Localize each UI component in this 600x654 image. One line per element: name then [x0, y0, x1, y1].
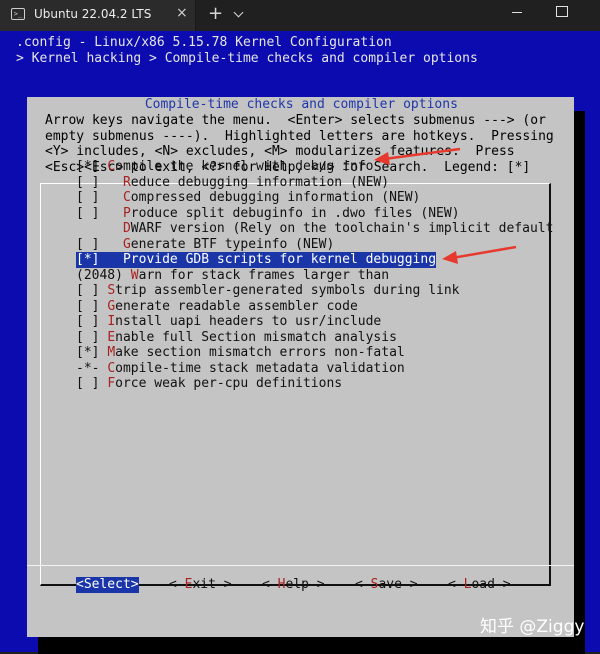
maximize-icon[interactable]	[556, 6, 568, 17]
btn-label: ave >	[378, 577, 418, 592]
btn-bracket: <	[355, 577, 371, 592]
item-prefix	[76, 221, 123, 236]
btn-label: elect>	[91, 577, 139, 592]
menu-item-debug-info[interactable]: [*] Compile the kernel with debug info	[76, 159, 373, 175]
menu-item-dwarf-version[interactable]: DWARF version (Rely on the toolchain's i…	[76, 221, 553, 237]
btn-label: xit >	[192, 577, 232, 592]
tab-close-icon[interactable]: ×	[176, 5, 188, 21]
item-hotkey: R	[122, 174, 131, 190]
annotation-arrow-icon	[374, 147, 461, 165]
item-label: ompile-time stack metadata validation	[115, 360, 405, 376]
menu-item-btf-typeinfo[interactable]: [ ] Generate BTF typeinfo (NEW)	[76, 237, 334, 253]
save-button[interactable]: < Save >	[355, 577, 418, 593]
menu-item-weak-percpu[interactable]: [ ] Force weak per-cpu definitions	[76, 376, 342, 392]
menu-item-stack-validation[interactable]: -*- Compile-time stack metadata validati…	[76, 361, 405, 377]
item-hotkey: M	[107, 345, 116, 360]
item-prefix: [ ]	[76, 329, 108, 345]
item-prefix: [ ]	[76, 236, 123, 252]
window-titlebar: >_ Ubuntu 22.04.2 LTS × +	[0, 0, 600, 31]
chevron-down-icon[interactable]	[233, 7, 244, 18]
help-button[interactable]: < Help >	[262, 577, 325, 593]
help-line-1: Arrow keys navigate the menu. <Enter> se…	[45, 113, 546, 128]
menu-item-reduce-debug[interactable]: [ ] Reduce debugging information (NEW)	[76, 175, 389, 191]
menu-item-compressed-debug[interactable]: [ ] Compressed debugging information (NE…	[76, 190, 420, 206]
new-tab-icon[interactable]: +	[208, 3, 223, 24]
item-label: ompile the kernel with debug info	[115, 159, 374, 174]
item-prefix: [ ]	[76, 283, 108, 298]
terminal-area: .config - Linux/x86 5.15.78 Kernel Confi…	[0, 31, 600, 654]
item-hotkey: F	[107, 376, 116, 391]
btn-bracket: <	[262, 577, 278, 592]
breadcrumb: > Kernel hacking > Compile-time checks a…	[16, 51, 478, 66]
item-label: educe debugging information (NEW)	[130, 174, 390, 190]
dialog-title: Compile-time checks and compiler options	[137, 97, 466, 112]
item-label: orce weak per-cpu definitions	[115, 376, 343, 391]
item-prefix: [*]	[76, 345, 108, 360]
item-label: roduce split debuginfo in .dwo files (NE…	[130, 205, 460, 221]
watermark: 知乎 @Ziggy	[480, 617, 585, 637]
item-prefix: -*-	[76, 360, 108, 376]
load-button[interactable]: < Load >	[448, 577, 511, 593]
menu-item-mismatch-nonfatal[interactable]: [*] Make section mismatch errors non-fat…	[76, 345, 405, 361]
tab-title: Ubuntu 22.04.2 LTS	[34, 7, 152, 21]
menu-item-section-mismatch[interactable]: [ ] Enable full Section mismatch analysi…	[76, 330, 397, 346]
button-divider	[27, 565, 574, 566]
minimize-icon[interactable]	[512, 12, 522, 13]
config-header: .config - Linux/x86 5.15.78 Kernel Confi…	[16, 35, 392, 50]
item-label: rovide GDB scripts for kernel debugging	[130, 252, 437, 267]
item-label: WARF version (Rely on the toolchain's im…	[130, 221, 554, 236]
menu-item-readable-asm[interactable]: [ ] Generate readable assembler code	[76, 299, 358, 315]
item-prefix: [ ]	[76, 314, 108, 329]
item-label: ake section mismatch errors non-fatal	[115, 345, 405, 360]
item-hotkey: C	[122, 190, 131, 205]
item-label: trip assembler-generated symbols during …	[115, 283, 460, 298]
item-prefix: [ ]	[76, 205, 123, 221]
terminal-icon: >_	[11, 8, 25, 20]
menu-item-gdb-scripts[interactable]: [*] Provide GDB scripts for kernel debug…	[76, 252, 437, 268]
item-hotkey: P	[122, 252, 131, 267]
menu-item-split-debuginfo[interactable]: [ ] Produce split debuginfo in .dwo file…	[76, 206, 460, 222]
item-hotkey: I	[107, 314, 116, 329]
item-prefix: [*]	[76, 159, 108, 174]
btn-label: oad >	[471, 577, 511, 592]
btn-label: elp >	[285, 577, 325, 592]
item-hotkey: E	[107, 329, 116, 345]
item-prefix: [ ]	[76, 376, 108, 391]
menu-item-stack-frame-warn[interactable]: (2048) Warn for stack frames larger than	[76, 268, 389, 284]
btn-bracket: <	[169, 577, 185, 592]
item-hotkey: P	[122, 205, 131, 221]
item-hotkey: S	[107, 283, 116, 298]
item-label: enerate readable assembler code	[115, 298, 358, 314]
item-hotkey: C	[107, 360, 116, 376]
menu-item-strip-symbols[interactable]: [ ] Strip assembler-generated symbols du…	[76, 283, 460, 299]
item-hotkey: D	[122, 221, 131, 236]
item-label: nstall uapi headers to usr/include	[115, 314, 382, 329]
item-prefix: (2048)	[76, 267, 131, 283]
item-prefix: [ ]	[76, 190, 123, 205]
item-label: enerate BTF typeinfo (NEW)	[130, 236, 335, 252]
item-hotkey: G	[107, 298, 116, 314]
item-label: ompressed debugging information (NEW)	[130, 190, 421, 205]
item-label: arn for stack frames larger than	[138, 267, 390, 283]
annotation-arrow-icon	[442, 245, 517, 264]
btn-bracket: <	[448, 577, 464, 592]
exit-button[interactable]: < Exit >	[169, 577, 232, 593]
item-hotkey: G	[122, 236, 131, 252]
item-prefix: [*]	[76, 252, 123, 267]
item-prefix: [ ]	[76, 298, 108, 314]
select-button[interactable]: <Select>	[76, 577, 139, 593]
btn-bracket: <	[76, 577, 84, 592]
help-line-2: empty submenus ----). Highlighted letter…	[45, 128, 554, 144]
item-prefix: [ ]	[76, 174, 123, 190]
item-label: nable full Section mismatch analysis	[115, 329, 397, 345]
menu-item-uapi-headers[interactable]: [ ] Install uapi headers to usr/include	[76, 314, 381, 330]
item-hotkey: W	[130, 267, 139, 283]
terminal-tab[interactable]: >_ Ubuntu 22.04.2 LTS ×	[0, 0, 196, 31]
item-hotkey: C	[107, 159, 116, 174]
btn-hotkey: S	[83, 577, 92, 592]
